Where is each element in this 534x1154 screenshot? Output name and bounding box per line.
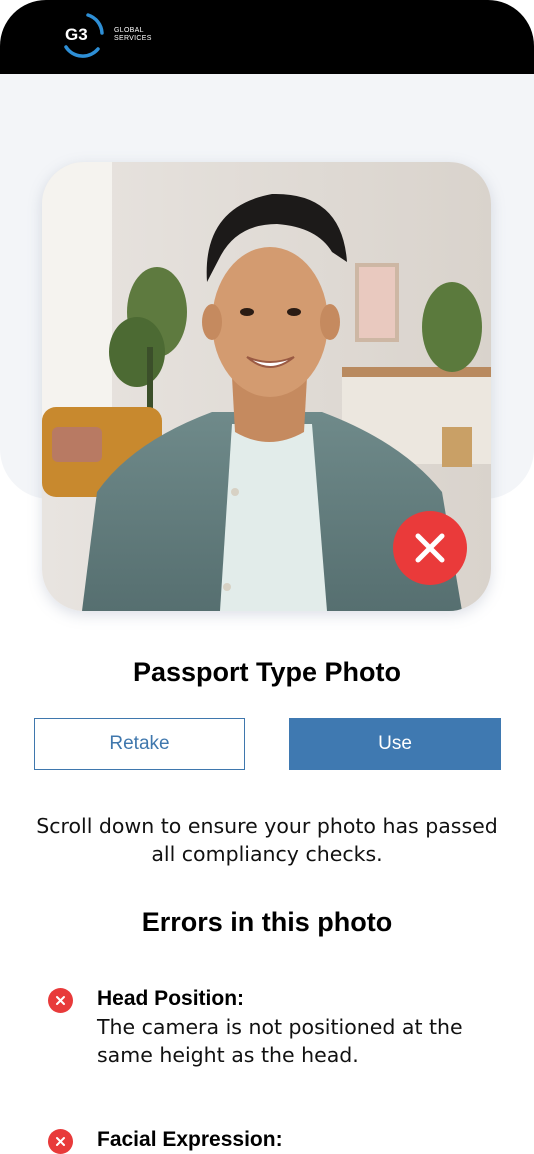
instructions-text: Scroll down to ensure your photo has pas… [36,814,498,866]
g3-logo: G3 GLOBAL SERVICES [58,10,152,60]
error-title: Facial Expression: [97,1128,283,1151]
logo-line-2: SERVICES [114,35,152,42]
error-icon [48,988,73,1013]
errors-heading: Errors in this photo [141,907,393,937]
retake-button[interactable]: Retake [34,718,245,770]
photo-rejected-badge [393,511,467,585]
logo-mark: G3 [58,11,106,59]
page-title: Passport Type Photo [132,657,402,687]
logo-mark-text: G3 [65,25,88,44]
error-description: The camera is not positioned at the same… [97,1015,463,1067]
logo-wordmark: GLOBAL SERVICES [114,27,152,43]
logo-line-1: GLOBAL [114,27,144,34]
app-header: G3 GLOBAL SERVICES [0,0,534,74]
error-title: Head Position: [97,987,245,1010]
use-button[interactable]: Use [289,718,501,770]
close-icon [415,533,445,563]
